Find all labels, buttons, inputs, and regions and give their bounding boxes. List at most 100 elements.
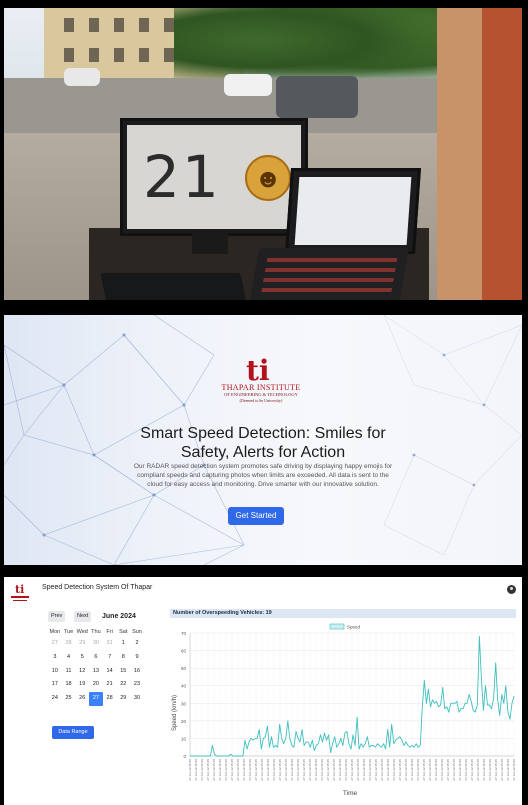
- speed-data-point: [313, 750, 315, 752]
- speed-data-point: [246, 748, 248, 750]
- speed-data-point: [407, 745, 409, 746]
- speed-data-point: [271, 736, 272, 738]
- x-tick-label: 27 Jun 12:15:25: [266, 759, 270, 781]
- calendar-day[interactable]: 5: [75, 651, 89, 665]
- calendar-day[interactable]: 4: [62, 651, 76, 665]
- x-tick-label: 27 Jun 12:15:25: [398, 759, 402, 781]
- speed-data-point: [277, 746, 278, 748]
- calendar-day[interactable]: 20: [89, 678, 103, 692]
- speed-data-point: [318, 743, 319, 745]
- x-tick-label: 27 Jun 12:15:25: [428, 759, 432, 781]
- speed-data-point: [481, 678, 482, 680]
- speed-data-point: [387, 729, 389, 730]
- x-tick-label: 27 Jun 12:15:25: [236, 759, 240, 781]
- dashboard: ti Speed Detection System Of Thapar Prev…: [4, 577, 522, 805]
- speed-data-point: [212, 745, 213, 746]
- speed-data-point: [322, 741, 323, 743]
- calendar-week: 17 18 19 20 21 22 23: [48, 678, 144, 692]
- calendar-day[interactable]: 6: [89, 651, 103, 665]
- calendar-day[interactable]: 10: [48, 665, 62, 679]
- speed-data-point: [436, 701, 437, 702]
- calendar-day[interactable]: 30: [130, 692, 144, 706]
- calendar-next-button[interactable]: Next: [74, 611, 92, 622]
- calendar-day[interactable]: 13: [89, 665, 103, 679]
- speed-data-point: [193, 755, 195, 757]
- thapar-logo-icon[interactable]: ti: [11, 583, 29, 603]
- calendar-day[interactable]: 12: [75, 665, 89, 679]
- x-tick-label: 27 Jun 12:15:25: [482, 759, 486, 781]
- calendar-day[interactable]: 24: [48, 692, 62, 706]
- calendar-prev-button[interactable]: Prev: [48, 611, 66, 622]
- landing-page: ti THAPAR INSTITUTE OF ENGINEERING & TEC…: [4, 315, 522, 565]
- calendar-day[interactable]: 27: [48, 637, 62, 651]
- x-tick-label: 27 Jun 12:15:25: [452, 759, 456, 781]
- calendar-day[interactable]: 25: [62, 692, 76, 706]
- speed-data-point: [373, 745, 374, 746]
- speed-data-point: [330, 752, 331, 753]
- speed-data-point: [442, 687, 444, 688]
- calendar-day[interactable]: 17: [48, 678, 62, 692]
- speed-data-point: [289, 738, 291, 739]
- x-tick-label: 27 Jun 12:15:25: [422, 759, 426, 781]
- speed-data-point: [220, 755, 221, 757]
- calendar-day[interactable]: 7: [103, 651, 117, 665]
- x-tick-label: 27 Jun 12:15:25: [320, 759, 324, 781]
- speed-data-point: [236, 755, 238, 757]
- calendar-day[interactable]: 21: [103, 678, 117, 692]
- calendar-day[interactable]: 15: [116, 665, 130, 679]
- data-range-button[interactable]: Data Range: [52, 726, 94, 739]
- speed-data-point: [291, 745, 293, 746]
- calendar-day[interactable]: 2: [130, 637, 144, 651]
- speed-data-point: [301, 729, 303, 730]
- thapar-logo-mark: ti: [246, 354, 270, 387]
- user-avatar-icon[interactable]: [507, 585, 516, 594]
- calendar-day[interactable]: 16: [130, 665, 144, 679]
- calendar-day[interactable]: 3: [48, 651, 62, 665]
- speed-display-monitor: 21 ☻: [120, 118, 308, 236]
- calendar-day[interactable]: 28: [62, 637, 76, 651]
- speed-data-point: [252, 739, 254, 741]
- hero-description: Our RADAR speed detection system promote…: [133, 463, 393, 488]
- speed-data-point: [415, 743, 417, 745]
- speed-data-point: [472, 709, 474, 711]
- calendar-day[interactable]: 23: [130, 678, 144, 692]
- calendar-day[interactable]: 29: [116, 692, 130, 706]
- speed-data-point: [507, 711, 509, 713]
- speed-data-point: [232, 755, 234, 757]
- calendar-day-selected[interactable]: 27: [89, 692, 103, 706]
- y-tick-label: 30: [181, 701, 187, 706]
- speed-data-point: [234, 755, 236, 757]
- calendar-day[interactable]: 29: [75, 637, 89, 651]
- x-tick-label: 27 Jun 12:15:25: [290, 759, 294, 781]
- calendar-day[interactable]: 19: [75, 678, 89, 692]
- calendar-day[interactable]: 11: [62, 665, 76, 679]
- speed-data-point: [218, 755, 219, 757]
- x-tick-label: 27 Jun 12:15:25: [506, 759, 510, 781]
- speed-data-point: [379, 745, 380, 746]
- speed-data-point: [299, 741, 301, 743]
- calendar-day[interactable]: 9: [130, 651, 144, 665]
- speed-data-point: [360, 743, 362, 745]
- calendar-day[interactable]: 28: [103, 692, 117, 706]
- calendar-day[interactable]: 31: [103, 637, 117, 651]
- calendar-week: 3 4 5 6 7 8 9: [48, 651, 144, 665]
- x-tick-label: 27 Jun 12:15:25: [302, 759, 306, 781]
- speed-data-point: [491, 708, 492, 709]
- get-started-button[interactable]: Get Started: [228, 507, 284, 525]
- calendar-day[interactable]: 30: [89, 637, 103, 651]
- calendar-day[interactable]: 1: [116, 637, 130, 651]
- calendar-day[interactable]: 26: [75, 692, 89, 706]
- speed-data-point: [421, 706, 423, 708]
- speed-data-point: [199, 755, 201, 757]
- speed-data-point: [399, 736, 401, 738]
- calendar-day[interactable]: 14: [103, 665, 117, 679]
- calendar-day[interactable]: 18: [62, 678, 76, 692]
- calendar-month: June 2024: [102, 613, 136, 620]
- calendar-day[interactable]: 8: [116, 651, 130, 665]
- calendar-day[interactable]: 22: [116, 678, 130, 692]
- speed-data-point: [210, 755, 211, 757]
- x-tick-label: 27 Jun 12:15:25: [350, 759, 354, 781]
- speed-data-point: [263, 738, 264, 739]
- speed-data-point: [366, 736, 368, 738]
- x-tick-label: 27 Jun 12:15:25: [368, 759, 372, 781]
